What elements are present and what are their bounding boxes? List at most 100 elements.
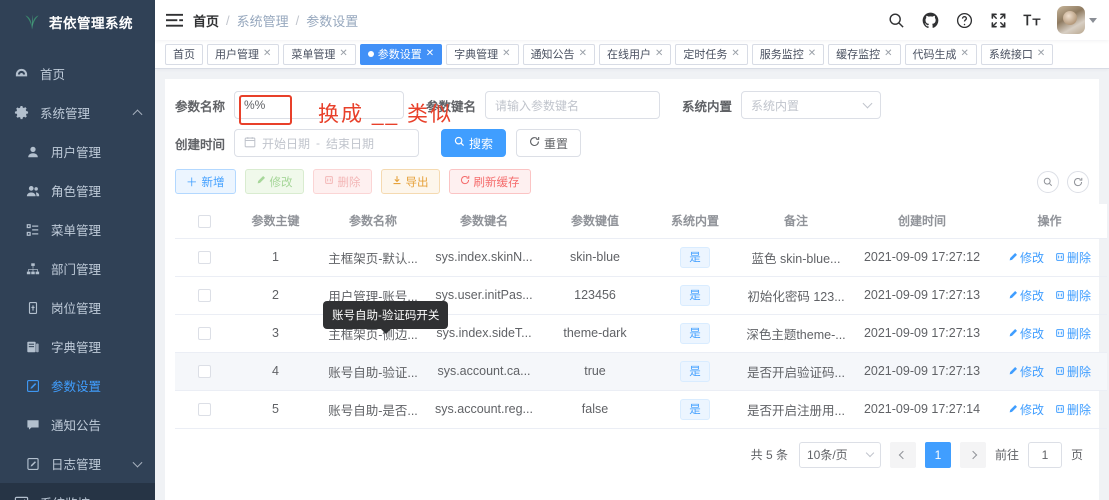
- toolbar-right-icons: [1037, 170, 1089, 193]
- sidebar-item-menu-mgmt[interactable]: 菜单管理: [0, 210, 155, 249]
- row-delete-link[interactable]: 删除: [1055, 325, 1091, 342]
- sidebar-item-system[interactable]: 系统管理: [0, 93, 155, 132]
- sidebar-item-post-mgmt[interactable]: 岗位管理: [0, 288, 155, 327]
- tab-dict-mgmt[interactable]: 字典管理 ✕: [446, 43, 519, 65]
- collapse-menu-icon[interactable]: [163, 9, 185, 31]
- tab-scheduled-jobs[interactable]: 定时任务 ✕: [675, 43, 748, 65]
- sidebar-item-user-mgmt[interactable]: 用户管理: [0, 132, 155, 171]
- tab-online-users[interactable]: 在线用户 ✕: [598, 43, 672, 65]
- tab-menu-mgmt[interactable]: 菜单管理 ✕: [283, 43, 356, 65]
- tab-label: 缓存监控: [836, 49, 881, 61]
- row-delete-link[interactable]: 删除: [1055, 401, 1091, 418]
- close-icon[interactable]: ✕: [961, 49, 969, 59]
- prev-page-button[interactable]: [889, 441, 916, 468]
- tab-cache-monitor[interactable]: 缓存监控 ✕: [828, 43, 901, 65]
- next-page-button[interactable]: [959, 441, 986, 468]
- reset-button[interactable]: 重置: [516, 129, 582, 157]
- cell-actions: 修改 删除: [992, 352, 1107, 391]
- select-all-checkbox[interactable]: [197, 214, 211, 228]
- table-row[interactable]: 5 账号自助-是否... sys.account.reg... false 是 …: [175, 390, 1107, 429]
- row-edit-link[interactable]: 修改: [1008, 325, 1044, 342]
- main-area: 首页 / 系统管理 / 参数设置 首页 用户管理 ✕ 菜单管理 ✕ 参数设置 ✕…: [155, 0, 1109, 500]
- table-row[interactable]: 3 主框架页-侧边... sys.index.sideT... theme-da…: [175, 314, 1107, 353]
- row-checkbox[interactable]: [197, 289, 211, 303]
- cell-id: 1: [233, 238, 318, 277]
- field-create-time: 创建时间 开始日期 - 结束日期: [175, 129, 420, 157]
- sidebar-item-role-mgmt[interactable]: 角色管理: [0, 171, 155, 210]
- row-delete-link[interactable]: 删除: [1055, 363, 1091, 380]
- sidebar-item-dict-mgmt[interactable]: 字典管理: [0, 327, 155, 366]
- row-edit-link[interactable]: 修改: [1008, 401, 1044, 418]
- log-icon: [25, 456, 40, 471]
- tab-user-mgmt[interactable]: 用户管理 ✕: [207, 43, 280, 65]
- edit-button[interactable]: 修改: [244, 169, 304, 194]
- add-button[interactable]: ＋ 新增: [175, 169, 236, 194]
- row-delete-label: 删除: [1067, 250, 1092, 265]
- search-button[interactable]: 搜索: [441, 129, 507, 157]
- close-icon[interactable]: ✕: [1037, 49, 1045, 59]
- date-range-picker[interactable]: 开始日期 - 结束日期: [234, 129, 420, 157]
- search-icon[interactable]: [887, 11, 905, 29]
- close-icon[interactable]: ✕: [263, 49, 271, 59]
- row-checkbox[interactable]: [197, 403, 211, 417]
- tab-notice[interactable]: 通知公告 ✕: [522, 43, 595, 65]
- close-icon[interactable]: ✕: [579, 49, 587, 59]
- table-row[interactable]: 2 用户管理-账号... sys.user.initPas... 123456 …: [175, 276, 1107, 315]
- page-size-select[interactable]: 10条/页: [798, 441, 881, 468]
- delete-button[interactable]: 删除: [312, 169, 372, 194]
- fullscreen-icon[interactable]: [989, 11, 1007, 29]
- close-icon[interactable]: ✕: [502, 49, 510, 59]
- jump-page-input[interactable]: 1: [1027, 441, 1062, 468]
- row-checkbox[interactable]: [197, 365, 211, 379]
- refresh-cache-button[interactable]: 刷新缓存: [448, 169, 531, 194]
- sidebar-item-home[interactable]: 首页: [0, 54, 155, 93]
- sidebar-item-dept-mgmt[interactable]: 部门管理: [0, 249, 155, 288]
- row-checkbox-cell: [175, 314, 233, 353]
- page-size-value: 10条/页: [806, 448, 848, 462]
- close-icon[interactable]: ✕: [808, 49, 816, 59]
- close-icon[interactable]: ✕: [426, 49, 434, 59]
- close-icon[interactable]: ✕: [731, 49, 739, 59]
- github-icon[interactable]: [921, 11, 939, 29]
- cell-value: true: [540, 352, 650, 391]
- sidebar-item-param-settings[interactable]: 参数设置: [0, 366, 155, 405]
- search-toggle-icon[interactable]: [1037, 170, 1059, 193]
- breadcrumb-item-home[interactable]: 首页: [193, 11, 219, 30]
- breadcrumb-item-system[interactable]: 系统管理: [237, 11, 289, 30]
- tab-system-api[interactable]: 系统接口 ✕: [980, 43, 1054, 65]
- builtin-select[interactable]: 系统内置: [741, 91, 882, 119]
- question-icon[interactable]: [955, 11, 973, 29]
- row-edit-label: 修改: [1019, 402, 1044, 417]
- app-logo[interactable]: 若依管理系统: [0, 0, 155, 44]
- cell-builtin: 是: [650, 276, 740, 315]
- table-row[interactable]: 1 主框架页-默认... sys.index.skinN... skin-blu…: [175, 238, 1107, 277]
- row-delete-link[interactable]: 删除: [1055, 249, 1091, 266]
- page-number-1[interactable]: 1: [924, 441, 951, 468]
- sidebar-item-monitor[interactable]: 系统监控: [0, 483, 155, 500]
- font-size-icon[interactable]: [1023, 11, 1041, 29]
- sidebar-item-log-mgmt[interactable]: 日志管理: [0, 444, 155, 483]
- row-edit-link[interactable]: 修改: [1008, 287, 1044, 304]
- param-key-input[interactable]: 请输入参数键名: [485, 91, 661, 119]
- tab-service-monitor[interactable]: 服务监控 ✕: [751, 43, 825, 65]
- row-edit-link[interactable]: 修改: [1008, 249, 1044, 266]
- cell-builtin: 是: [650, 314, 740, 353]
- param-name-input[interactable]: %%: [234, 91, 405, 119]
- table-row[interactable]: 4 账号自助-验证... sys.account.ca... true 是 是否…: [175, 352, 1107, 391]
- close-icon[interactable]: ✕: [884, 49, 892, 59]
- tab-home[interactable]: 首页: [165, 43, 203, 65]
- row-checkbox[interactable]: [197, 251, 211, 265]
- search-button-label: 搜索: [469, 136, 494, 151]
- trash-icon: [324, 175, 334, 188]
- close-icon[interactable]: ✕: [655, 49, 663, 59]
- export-button[interactable]: 导出: [380, 169, 440, 194]
- close-icon[interactable]: ✕: [339, 49, 347, 59]
- user-menu[interactable]: [1057, 6, 1097, 34]
- row-checkbox[interactable]: [197, 327, 211, 341]
- row-edit-link[interactable]: 修改: [1008, 363, 1044, 380]
- refresh-icon[interactable]: [1067, 170, 1089, 193]
- tab-param-settings[interactable]: 参数设置 ✕: [359, 43, 443, 65]
- tab-code-gen[interactable]: 代码生成 ✕: [904, 43, 977, 65]
- row-delete-link[interactable]: 删除: [1055, 287, 1091, 304]
- sidebar-item-notice[interactable]: 通知公告: [0, 405, 155, 444]
